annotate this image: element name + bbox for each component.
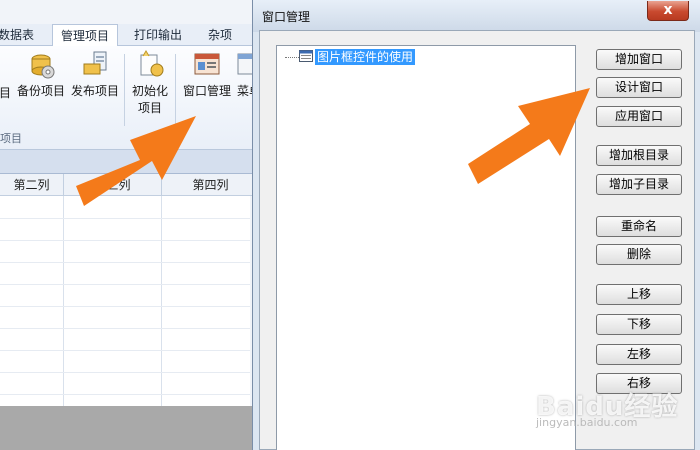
grid-divider	[161, 196, 162, 406]
backup-icon	[31, 54, 55, 79]
grid-row	[0, 306, 250, 307]
ribbon-btn-item-label: 目	[0, 86, 11, 100]
grid-row	[0, 240, 250, 241]
apply-window-button[interactable]: 应用窗口	[596, 106, 682, 127]
publish-project-label: 发布项目	[70, 84, 119, 98]
init-project-button[interactable]: 初始化 项目	[128, 50, 172, 116]
watermark-subtext: jingyan.baidu.com	[536, 416, 638, 429]
ribbon-body: 目 备份项目 发布项目 初始化 项目 窗口管理 菜单 项目	[0, 46, 260, 150]
backup-project-button[interactable]: 备份项目	[14, 50, 68, 99]
grid-row	[0, 372, 250, 373]
grid-column-header-3[interactable]: 第三列	[64, 174, 162, 196]
delete-button[interactable]: 删除	[596, 244, 682, 265]
window-manage-icon	[194, 53, 220, 75]
move-up-button[interactable]: 上移	[596, 284, 682, 305]
move-down-button[interactable]: 下移	[596, 314, 682, 335]
init-project-icon	[140, 50, 164, 77]
tree-connector-line	[285, 57, 299, 58]
dialog-title: 窗口管理	[262, 10, 311, 24]
window-manage-button[interactable]: 窗口管理	[180, 50, 234, 99]
background-app-window: 数据表 管理项目 打印输出 杂项 目 备份项目 发布项目 初始化 项目 窗口管理…	[0, 0, 260, 450]
grid-row	[0, 218, 250, 219]
dialog-titlebar[interactable]: 窗口管理 x	[253, 0, 700, 32]
grid-divider	[63, 196, 64, 406]
move-left-button[interactable]: 左移	[596, 344, 682, 365]
design-window-button[interactable]: 设计窗口	[596, 77, 682, 98]
window-manage-dialog: 窗口管理 x 图片框控件的使用 增加窗口 设计窗口 应用窗口 增加根目录 增加子…	[252, 0, 700, 450]
publish-project-button[interactable]: 发布项目	[68, 50, 122, 99]
grid-column-header-4[interactable]: 第四列	[162, 174, 260, 196]
grid-row	[0, 284, 250, 285]
baidu-watermark-logo: Baidu经验 jingyan.baidu.com	[536, 386, 686, 434]
add-subdir-button[interactable]: 增加子目录	[596, 174, 682, 195]
ribbon-separator	[175, 54, 176, 126]
init-project-label-line1: 初始化	[131, 84, 168, 98]
ribbon-group-label: 项目	[0, 132, 22, 145]
ribbon-btn-item[interactable]: 目	[0, 84, 12, 101]
tree-item-label: 图片框控件的使用	[315, 49, 416, 65]
tab-print-output[interactable]: 打印输出	[134, 24, 194, 46]
backup-project-label: 备份项目	[16, 84, 65, 98]
ribbon-tab-bar: 数据表 管理项目 打印输出 杂项	[0, 24, 260, 47]
tab-manage-project[interactable]: 管理项目	[52, 24, 118, 47]
add-window-button[interactable]: 增加窗口	[596, 49, 682, 70]
grid-row	[0, 350, 250, 351]
rename-button[interactable]: 重命名	[596, 216, 682, 237]
grid-column-header-2[interactable]: 第二列	[0, 174, 64, 196]
ribbon-separator	[124, 54, 125, 126]
window-icon	[299, 50, 313, 62]
tab-datatable[interactable]: 数据表	[0, 24, 46, 46]
tab-misc[interactable]: 杂项	[208, 24, 248, 46]
window-manage-label: 窗口管理	[182, 84, 231, 98]
grid-row	[0, 328, 250, 329]
close-icon: x	[663, 2, 673, 18]
close-button[interactable]: x	[647, 1, 689, 21]
grid-header-bar	[0, 150, 260, 174]
publish-icon	[83, 51, 107, 75]
window-tree-view[interactable]: 图片框控件的使用	[276, 45, 576, 450]
grid-row	[0, 262, 250, 263]
grid-empty-area	[0, 406, 260, 450]
grid-row	[0, 394, 250, 395]
init-project-label-line2: 项目	[137, 101, 162, 115]
add-root-dir-button[interactable]: 增加根目录	[596, 145, 682, 166]
